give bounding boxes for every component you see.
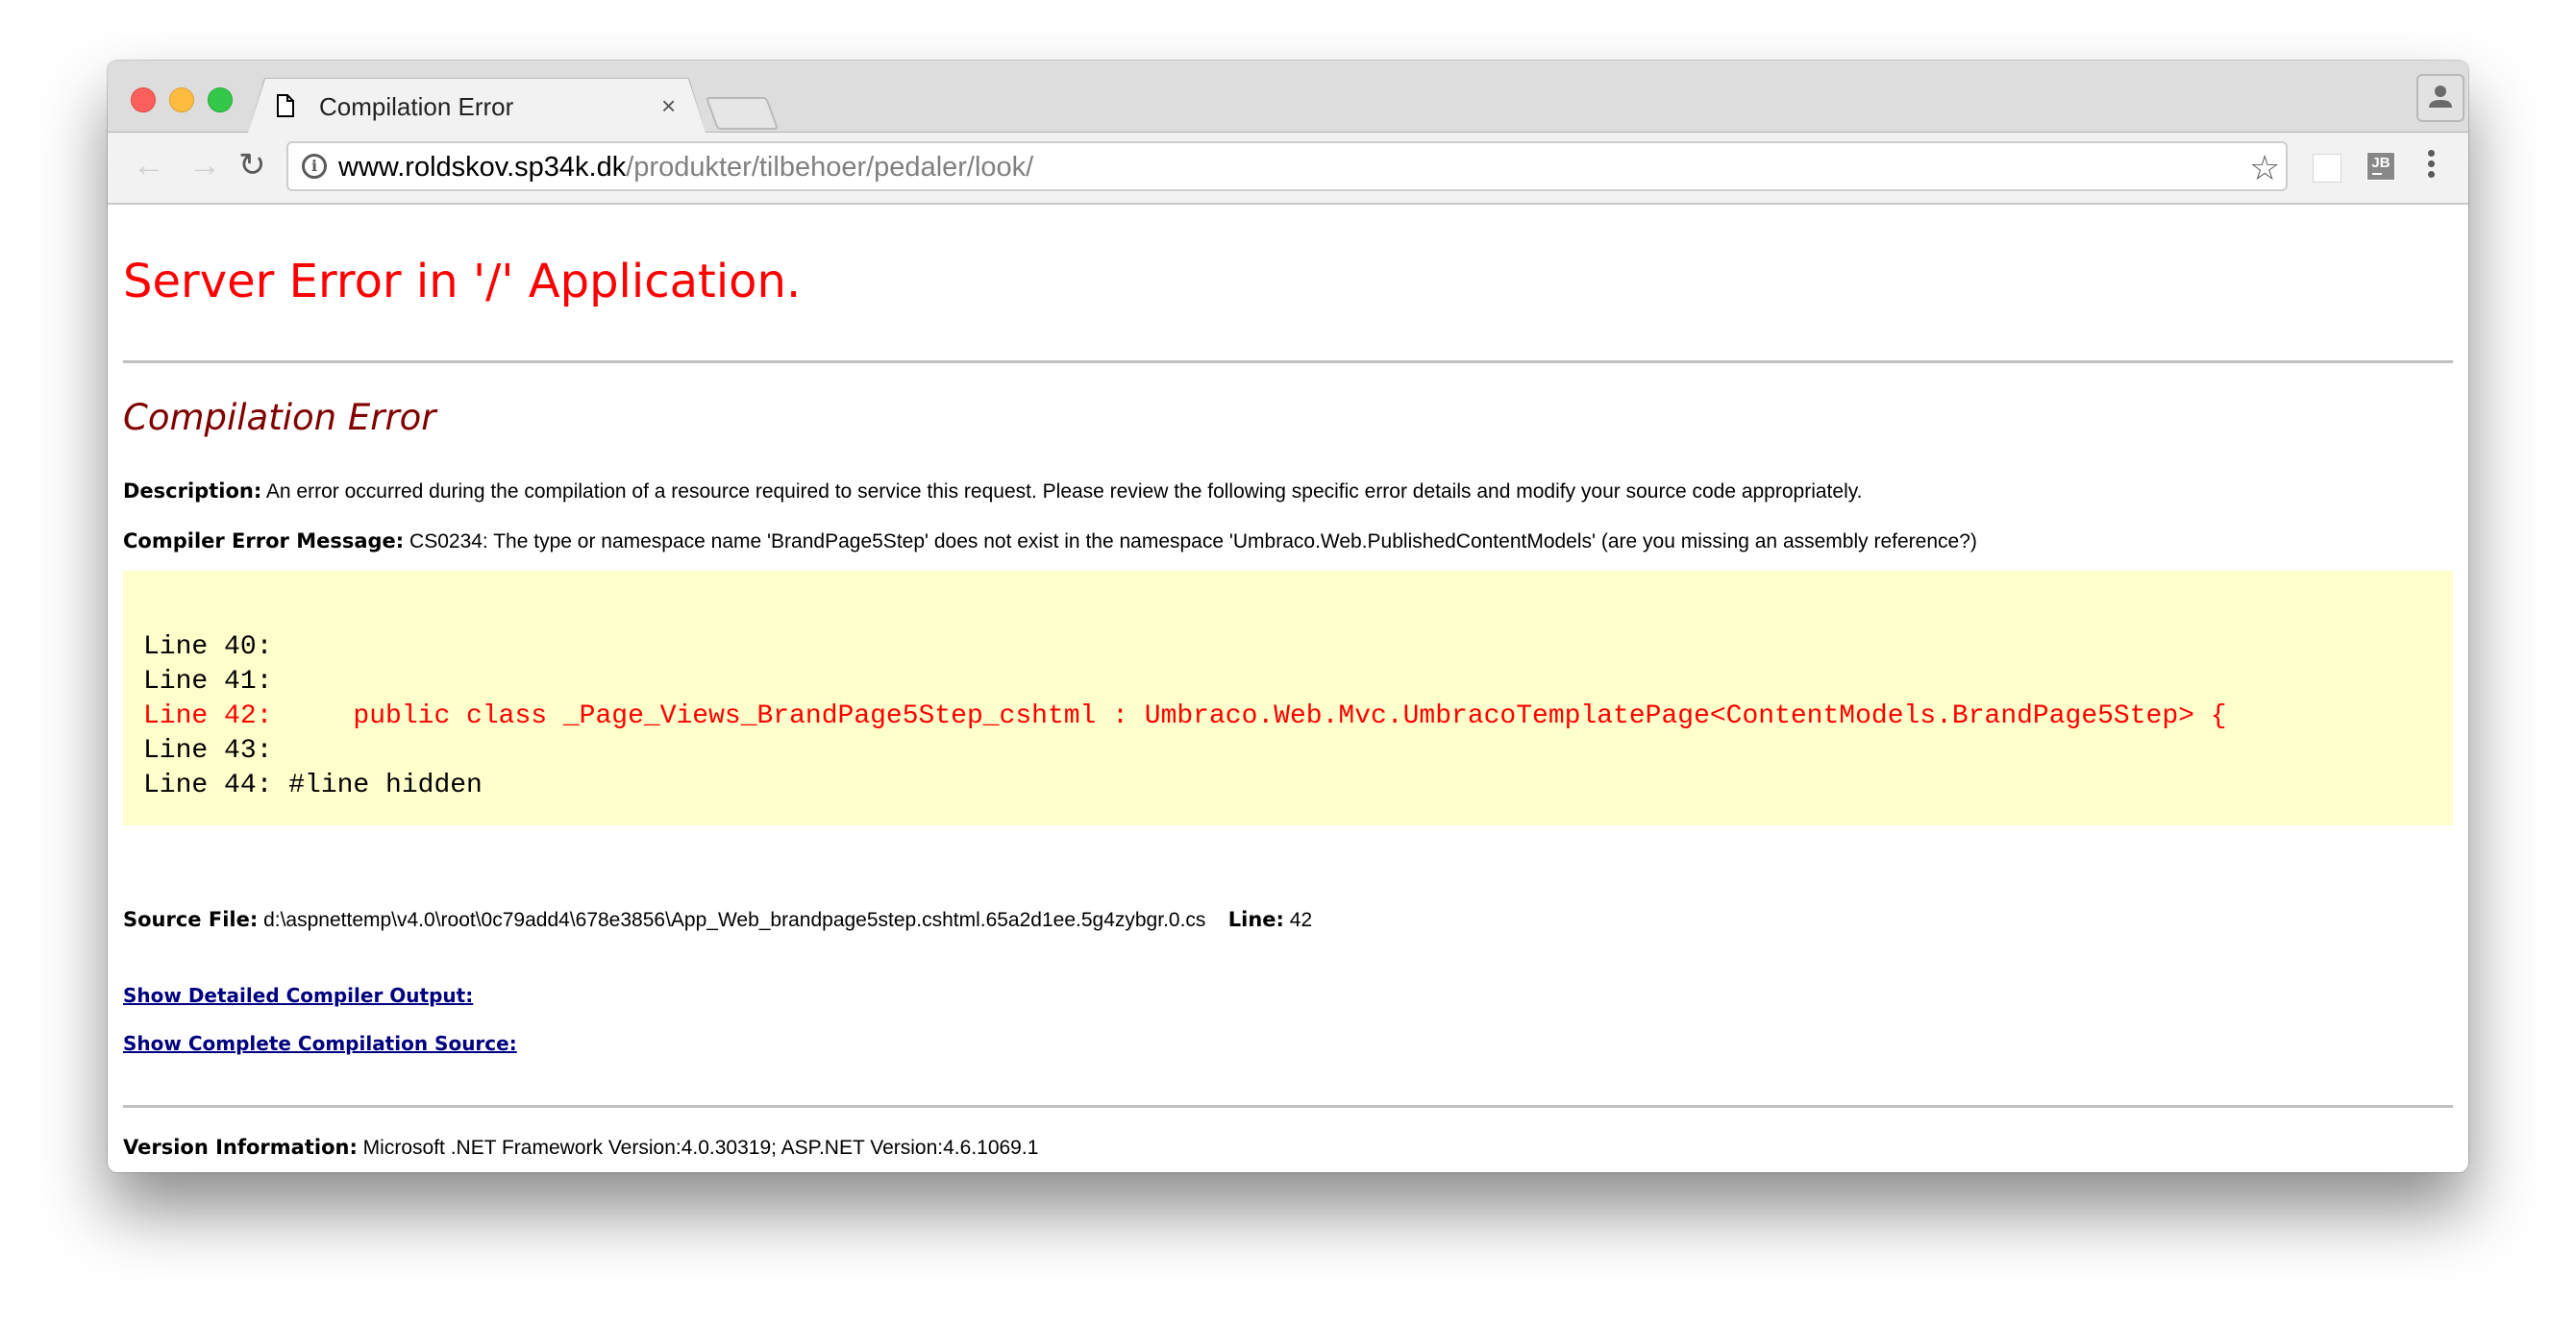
url-host: www.roldskov.sp34k.dk [338, 152, 627, 183]
version-label: Version Information: [123, 1136, 358, 1159]
description-label: Description: [123, 479, 262, 503]
code-line-error: Line 42: public class _Page_Views_BrandP… [143, 701, 2227, 731]
profile-button[interactable] [2416, 74, 2465, 122]
line-number: 42 [1283, 909, 1313, 931]
maximize-window-button[interactable] [208, 87, 233, 112]
browser-toolbar: ← → ↻ i www.roldskov.sp34k.dk/produkter/… [108, 133, 2468, 205]
address-bar[interactable]: i www.roldskov.sp34k.dk/produkter/tilbeh… [286, 141, 2288, 191]
more-menu-icon[interactable] [2428, 150, 2436, 182]
compiler-message-row: Compiler Error Message: CS0234: The type… [123, 529, 1977, 553]
code-line: Line 44: #line hidden [143, 771, 483, 800]
source-file-label: Source File: [123, 908, 259, 931]
browser-window: Compilation Error × ← → ↻ i www.roldskov… [108, 61, 2468, 1172]
source-file-path: d:\aspnettemp\v4.0\root\0c79add4\678e385… [258, 909, 1206, 931]
minimize-window-button[interactable] [169, 87, 194, 112]
forward-arrow-icon[interactable]: → [188, 146, 221, 184]
bookmark-star-icon[interactable]: ☆ [2249, 148, 2280, 188]
info-icon[interactable]: i [302, 154, 327, 179]
page-icon [277, 94, 294, 117]
code-line: Line 43: [143, 736, 273, 766]
error-subtitle: Compilation Error [123, 397, 436, 438]
source-file-row: Source File: d:\aspnettemp\v4.0\root\0c7… [123, 908, 1312, 932]
close-window-button[interactable] [131, 87, 156, 112]
tab-close-icon[interactable]: × [661, 91, 676, 121]
tab-title: Compilation Error [319, 92, 514, 121]
back-arrow-icon[interactable]: ← [133, 146, 165, 184]
show-complete-compilation-source-link[interactable]: Show Complete Compilation Source: [123, 1032, 517, 1055]
compiler-message-text: CS0234: The type or namespace name 'Bran… [404, 530, 1977, 552]
description-text: An error occurred during the compilation… [261, 480, 1863, 503]
divider [123, 360, 2453, 363]
person-icon [2429, 86, 2452, 108]
version-info-row: Version Information: Microsoft .NET Fram… [123, 1136, 1038, 1160]
page-content: Server Error in '/' Application. Compila… [108, 205, 2468, 1172]
new-tab-button[interactable] [705, 97, 780, 130]
show-detailed-compiler-output-link[interactable]: Show Detailed Compiler Output: [123, 984, 473, 1007]
url-text[interactable]: www.roldskov.sp34k.dk/produkter/tilbehoe… [338, 152, 1033, 184]
version-text: Microsoft .NET Framework Version:4.0.303… [357, 1137, 1039, 1159]
reload-icon[interactable]: ↻ [238, 146, 266, 184]
tab-strip: Compilation Error × [108, 61, 2468, 133]
description-row: Description: An error occurred during th… [123, 479, 1863, 503]
url-path: /produkter/tilbehoer/pedaler/look/ [626, 152, 1034, 183]
page-title: Server Error in '/' Application. [123, 255, 802, 308]
code-line: Line 40: [143, 632, 273, 662]
jetbrains-extension-icon[interactable]: JB [2366, 152, 2395, 181]
code-line: Line 41: [143, 667, 273, 697]
divider [123, 1105, 2453, 1108]
line-label: Line: [1227, 908, 1284, 931]
extension-blank-icon[interactable] [2313, 154, 2341, 183]
source-code-block: Line 40: Line 41: Line 42: public class … [123, 571, 2453, 825]
compiler-message-label: Compiler Error Message: [123, 529, 405, 552]
